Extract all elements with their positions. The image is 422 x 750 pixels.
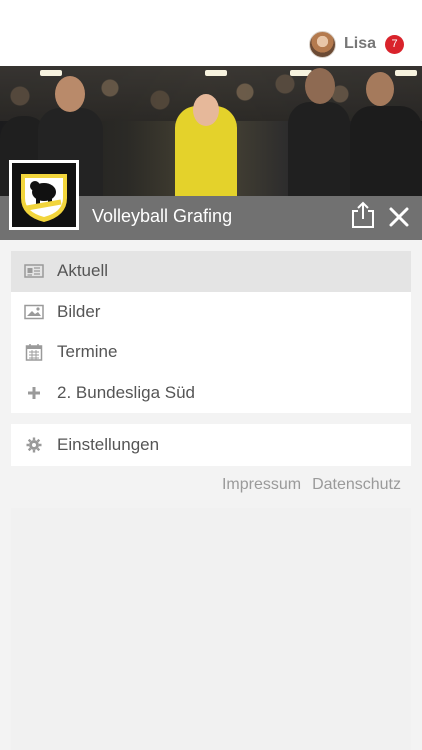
- impressum-link[interactable]: Impressum: [222, 476, 301, 494]
- menu-item-bundesliga[interactable]: 2. Bundesliga Süd: [11, 373, 411, 414]
- newspaper-icon: [24, 261, 44, 281]
- avatar[interactable]: [308, 30, 336, 58]
- image-icon: [24, 302, 44, 322]
- menu-item-einstellungen[interactable]: Einstellungen: [11, 424, 411, 466]
- notification-badge[interactable]: 7: [385, 34, 404, 54]
- club-logo: [9, 160, 79, 230]
- close-icon[interactable]: [386, 204, 412, 230]
- stadium-light: [40, 70, 62, 76]
- footer-links: Impressum Datenschutz: [222, 476, 401, 494]
- share-button[interactable]: [350, 201, 376, 229]
- share-icon[interactable]: [350, 201, 376, 229]
- user-name[interactable]: Lisa: [344, 35, 376, 53]
- calendar-icon: [24, 342, 44, 362]
- content-area: [11, 508, 411, 750]
- player: [350, 106, 422, 196]
- stadium-light: [395, 70, 417, 76]
- plus-icon: [24, 383, 44, 403]
- menu-item-label: Termine: [57, 342, 118, 362]
- menu-item-termine[interactable]: Termine: [11, 332, 411, 373]
- menu-item-label: Einstellungen: [57, 435, 160, 454]
- close-button[interactable]: [386, 204, 412, 230]
- stadium-light: [205, 70, 227, 76]
- player-head: [305, 68, 335, 104]
- player: [288, 102, 350, 196]
- menu-item-bilder[interactable]: Bilder: [11, 292, 411, 333]
- menu-item-aktuell[interactable]: Aktuell: [11, 251, 411, 292]
- menu-item-label: 2. Bundesliga Süd: [57, 382, 195, 402]
- player-head: [366, 72, 394, 106]
- club-title: Volleyball Grafing: [92, 206, 233, 226]
- navigation-menu: Aktuell Bilder Termine 2. Bundesliga Süd: [11, 251, 411, 413]
- player-head: [55, 76, 85, 112]
- menu-item-label: Aktuell: [57, 261, 109, 281]
- top-bar: Lisa 7: [0, 0, 422, 66]
- datenschutz-link[interactable]: Datenschutz: [312, 476, 401, 494]
- gear-icon: [24, 435, 44, 455]
- player-head: [193, 94, 219, 126]
- menu-item-label: Bilder: [57, 301, 101, 321]
- settings-menu: Einstellungen: [11, 424, 411, 466]
- user-profile-button[interactable]: Lisa 7: [308, 30, 404, 58]
